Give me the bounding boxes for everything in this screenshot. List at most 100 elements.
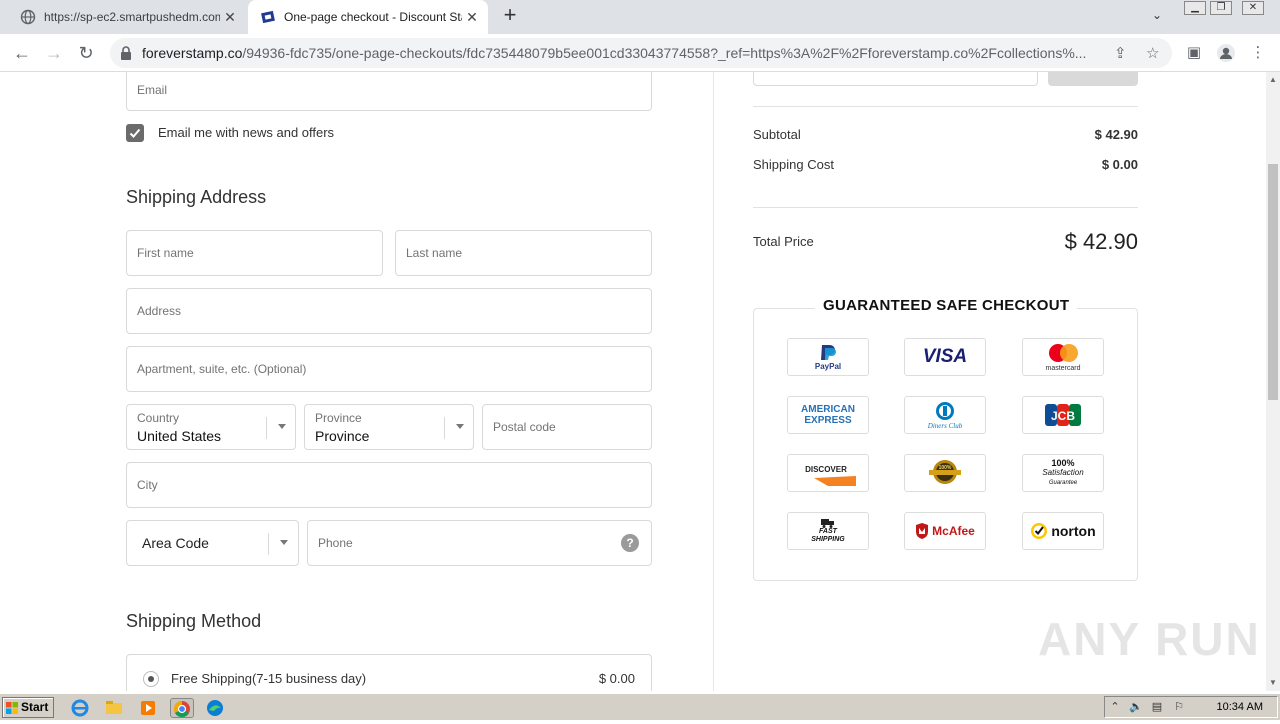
jcb-badge: JCB [1022,396,1104,434]
close-tab-icon[interactable]: ✕ [462,9,482,26]
ie-icon[interactable] [70,698,90,718]
media-player-icon[interactable] [138,698,158,718]
email-field[interactable]: Email [126,72,652,111]
mastercard-text: mastercard [1045,365,1080,372]
minimize-window-button[interactable]: ▁ [1184,1,1206,15]
apply-discount-button[interactable] [1048,72,1138,86]
back-arrow-icon[interactable]: ← [10,41,34,65]
address-placeholder: Address [137,304,182,318]
shipping-radio[interactable] [143,671,159,687]
satisfaction-text-1: 100% [1051,458,1075,468]
first-name-field[interactable]: First name [126,230,383,276]
share-icon[interactable]: ⇪ [1114,44,1127,62]
total-price-value: $ 42.90 [1064,229,1138,254]
globe-icon [20,9,36,25]
mcafee-shield-icon [916,523,929,539]
menu-kebab-icon[interactable]: ⋮ [1248,43,1268,63]
profile-avatar-icon[interactable] [1216,43,1236,63]
city-field[interactable]: City [126,462,652,508]
province-label: Province [315,411,362,425]
volume-icon[interactable]: 🔈 [1129,701,1143,713]
browser-tab-bar: https://sp-ec2.smartpushedm.com/a ✕ One-… [0,0,1280,34]
help-question-icon[interactable]: ? [621,534,639,552]
fast-shipping-badge: FAST SHIPPING [787,512,869,550]
restore-window-button[interactable]: ❐ [1210,1,1232,15]
shipping-option-price: $ 0.00 [598,671,635,686]
country-select[interactable]: Country United States [126,404,296,450]
close-tab-icon[interactable]: ✕ [220,9,240,26]
paypal-badge: PayPal [787,338,869,376]
address-field[interactable]: Address [126,288,652,334]
tab-title: https://sp-ec2.smartpushedm.com/a [44,10,220,24]
discover-icon: DISCOVER [805,465,856,486]
tab-search-chevron-icon[interactable]: ⌄ [1152,8,1162,22]
close-window-button[interactable]: ✕ [1242,1,1264,15]
folder-icon[interactable] [104,698,124,718]
apartment-field[interactable]: Apartment, suite, etc. (Optional) [126,346,652,392]
subtotal-value: $ 42.90 [1094,127,1138,142]
last-name-placeholder: Last name [406,246,463,260]
mcafee-text: McAfee [932,524,975,538]
summary-divider [753,207,1138,208]
anyrun-watermark: ANY RUN [1038,613,1261,665]
column-divider [713,72,714,691]
clock: 10:34 AM [1216,701,1263,713]
tray-arrow-icon[interactable]: ⌃ [1109,701,1121,713]
norton-text: norton [1051,523,1096,539]
lock-icon [121,46,131,60]
phone-placeholder: Phone [318,536,353,550]
newsletter-label: Email me with news and offers [158,125,335,140]
forward-arrow-icon[interactable]: → [42,41,66,65]
visa-text: VISA [922,346,968,367]
country-value: United States [137,428,222,444]
phone-field[interactable]: Phone ? [307,520,652,566]
new-tab-button[interactable]: + [498,4,522,28]
jcb-text: JCB [1051,409,1075,423]
side-panel-icon[interactable]: ▣ [1184,43,1204,63]
norton-check-icon [1031,523,1048,539]
scroll-thumb[interactable] [1268,164,1278,400]
start-button[interactable]: Start [2,697,54,718]
tab-checkout[interactable]: One-page checkout - Discount Stamp ✕ [248,0,488,34]
province-value: Province [315,428,370,444]
select-separator [268,533,269,555]
action-flag-icon[interactable]: ⚐ [1173,701,1185,713]
total-price-label: Total Price [753,234,814,249]
edge-icon[interactable] [205,698,225,718]
shipping-option-free[interactable]: Free Shipping(7-15 business day) $ 0.00 [126,654,652,691]
amex-text-2: EXPRESS [804,415,852,426]
tab-smartpush[interactable]: https://sp-ec2.smartpushedm.com/a ✕ [8,0,246,34]
tab-title: One-page checkout - Discount Stamp [284,10,462,24]
newsletter-checkbox[interactable] [126,124,144,142]
area-code-select[interactable]: Area Code [126,520,299,566]
amex-badge: AMERICAN EXPRESS [787,396,869,434]
province-select[interactable]: Province Province [304,404,474,450]
safe-checkout-title: GUARANTEED SAFE CHECKOUT [815,297,1078,314]
chevron-down-icon [456,424,464,429]
jcb-icon: JCB [1045,404,1081,426]
reload-icon[interactable]: ↻ [74,41,98,65]
area-code-value: Area Code [142,535,209,551]
last-name-field[interactable]: Last name [395,230,652,276]
bookmark-star-icon[interactable]: ☆ [1146,44,1159,62]
country-label: Country [137,411,180,425]
amex-text-1: AMERICAN [801,404,855,415]
chrome-icon[interactable] [170,698,194,718]
discount-code-input[interactable] [753,72,1038,86]
page-scrollbar[interactable]: ▲ ▼ [1266,72,1280,691]
scroll-up-icon[interactable]: ▲ [1269,75,1277,84]
seal-text: 100% [939,465,952,471]
address-bar[interactable]: foreverstamp.co/94936-fdc735/one-page-ch… [110,38,1172,68]
fast-shipping-text-2: SHIPPING [811,536,845,543]
windows-flag-icon [6,702,18,714]
norton-badge: norton [1022,512,1104,550]
visa-badge: VISA [904,338,986,376]
scroll-down-icon[interactable]: ▼ [1269,678,1277,687]
paypal-text: PayPal [815,362,841,371]
postal-code-field[interactable]: Postal code [482,404,652,450]
shipping-cost-label: Shipping Cost [753,157,834,172]
url-text: foreverstamp.co/94936-fdc735/one-page-ch… [142,45,1087,61]
checkmark-icon [129,128,141,138]
network-icon[interactable]: ▤ [1151,701,1163,713]
shipping-address-title: Shipping Address [126,187,267,207]
